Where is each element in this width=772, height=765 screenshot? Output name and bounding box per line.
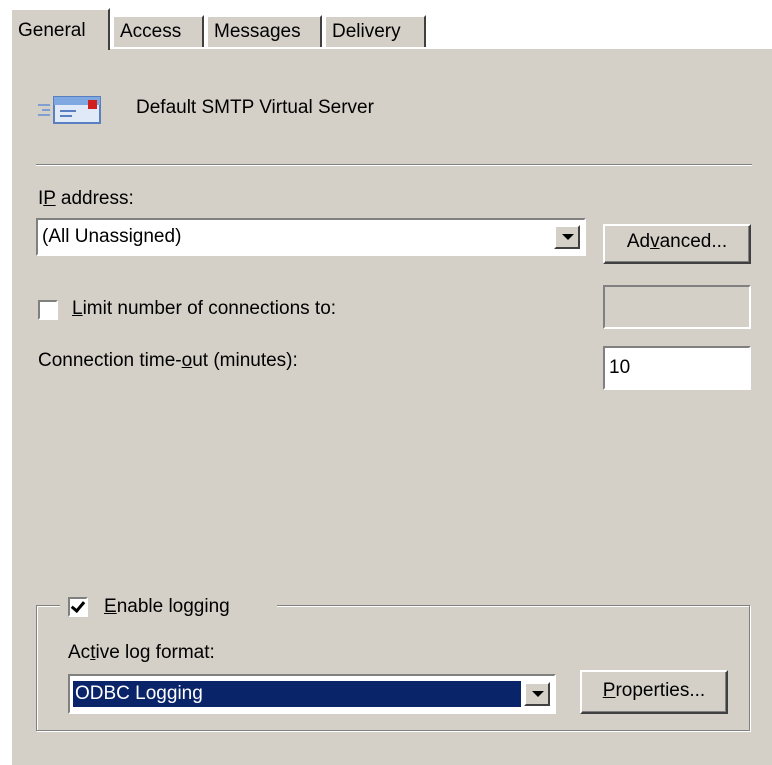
limit-connections-input[interactable]: [603, 285, 751, 329]
ip-address-dropdown-button[interactable]: [554, 225, 580, 249]
enable-logging-checkbox[interactable]: [68, 597, 88, 617]
log-format-value: ODBC Logging: [73, 681, 521, 707]
separator: [36, 164, 752, 166]
tab-general-label: General: [18, 20, 86, 41]
server-name: Default SMTP Virtual Server: [136, 97, 374, 118]
tab-access-label: Access: [120, 21, 182, 42]
tab-access[interactable]: Access: [112, 15, 204, 47]
smtp-server-icon: [36, 91, 106, 127]
tab-messages[interactable]: Messages: [206, 15, 322, 47]
connection-timeout-label: Connection time-out (minutes):: [38, 350, 298, 371]
tab-delivery[interactable]: Delivery: [324, 15, 426, 47]
active-log-format-label: Active log format:: [68, 642, 215, 663]
connection-timeout-value: 10: [609, 357, 631, 378]
ip-address-label: IP address:: [38, 188, 134, 209]
ip-address-value: (All Unassigned): [42, 226, 182, 247]
log-format-dropdown-button[interactable]: [524, 682, 550, 706]
tab-messages-label: Messages: [214, 21, 301, 42]
enable-logging-label[interactable]: Enable logging: [104, 596, 230, 618]
connection-timeout-input[interactable]: 10: [603, 346, 751, 390]
tab-general[interactable]: General: [10, 8, 110, 50]
ip-address-combobox[interactable]: (All Unassigned): [36, 218, 586, 256]
advanced-button[interactable]: Advanced...: [603, 224, 751, 264]
limit-connections-checkbox[interactable]: [38, 300, 58, 320]
limit-connections-label[interactable]: Limit number of connections to:: [72, 298, 336, 320]
log-format-combobox[interactable]: ODBC Logging: [68, 674, 556, 714]
tab-delivery-label: Delivery: [332, 21, 401, 42]
properties-button[interactable]: Properties...: [580, 670, 728, 714]
